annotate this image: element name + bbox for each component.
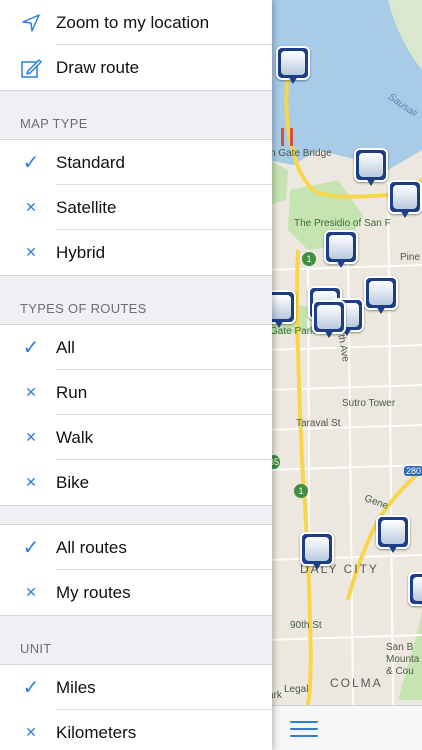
option-label: Satellite xyxy=(56,197,117,217)
cross-icon: ✕ xyxy=(25,584,37,600)
map-label-90th-st: 90th St xyxy=(290,620,322,631)
checkmark-icon: ✓ xyxy=(22,677,40,699)
map-label-taraval: Taraval St xyxy=(296,418,341,429)
map-label-pine: Pine xyxy=(400,252,421,263)
map-label-gate-bridge: n Gate Bridge xyxy=(270,148,332,159)
side-menu: Zoom to my location Draw route MAP TYPE … xyxy=(0,0,272,750)
map-label-sutro-tower: Sutro Tower xyxy=(342,398,396,409)
cross-icon: ✕ xyxy=(25,384,37,400)
cross-icon: ✕ xyxy=(25,199,37,215)
map-type-satellite-option[interactable]: ✕ Satellite xyxy=(0,185,272,230)
draw-route-label: Draw route xyxy=(56,57,140,77)
route-pin[interactable] xyxy=(268,290,296,330)
option-label: Standard xyxy=(56,152,125,172)
option-label: My routes xyxy=(56,582,131,602)
draw-route-item[interactable]: Draw route xyxy=(0,45,272,90)
cross-icon: ✕ xyxy=(25,244,37,260)
section-title: UNIT xyxy=(20,641,52,656)
option-label: Kilometers xyxy=(56,722,137,742)
route-type-run-option[interactable]: ✕ Run xyxy=(0,370,272,415)
zoom-to-location-label: Zoom to my location xyxy=(56,12,210,32)
checkmark-icon: ✓ xyxy=(22,152,40,174)
checkmark-icon: ✓ xyxy=(22,337,40,359)
highway-1-shield: 1 xyxy=(294,484,308,498)
unit-kilometers-option[interactable]: ✕ Kilometers xyxy=(0,710,272,750)
route-pin[interactable] xyxy=(364,276,398,316)
option-label: Hybrid xyxy=(56,242,106,262)
cross-icon: ✕ xyxy=(25,724,37,740)
section-title: MAP TYPE xyxy=(20,116,88,131)
section-header-unit: UNIT xyxy=(0,615,272,665)
route-type-walk-option[interactable]: ✕ Walk xyxy=(0,415,272,460)
map-type-hybrid-option[interactable]: ✕ Hybrid xyxy=(0,230,272,275)
option-label: Run xyxy=(56,382,88,402)
zoom-to-location-item[interactable]: Zoom to my location xyxy=(0,0,272,45)
all-routes-option[interactable]: ✓ All routes xyxy=(0,525,272,570)
section-spacer xyxy=(0,505,272,525)
map-label-san-bruno-mountain: San B Mounta & Cou xyxy=(386,642,420,677)
route-pin[interactable] xyxy=(300,532,334,572)
option-label: All xyxy=(56,337,75,357)
map-legal-link[interactable]: Legal xyxy=(284,684,308,695)
route-pin[interactable] xyxy=(354,148,388,188)
cross-icon: ✕ xyxy=(25,429,37,445)
route-pin[interactable] xyxy=(312,300,346,340)
option-label: Walk xyxy=(56,427,94,447)
map-view[interactable]: n Gate Bridge Sausali The Presidio of Sa… xyxy=(268,0,422,705)
route-pin[interactable] xyxy=(276,46,310,86)
route-type-all-option[interactable]: ✓ All xyxy=(0,325,272,370)
section-header-map-type: MAP TYPE xyxy=(0,90,272,140)
map-toolbar xyxy=(268,705,422,750)
section-header-route-types: TYPES OF ROUTES xyxy=(0,275,272,325)
map-label-presidio: The Presidio of San F xyxy=(294,218,391,229)
checkmark-icon: ✓ xyxy=(22,537,40,559)
option-label: Bike xyxy=(56,472,90,492)
option-label: Miles xyxy=(56,677,96,697)
unit-miles-option[interactable]: ✓ Miles xyxy=(0,665,272,710)
route-pin[interactable] xyxy=(324,230,358,270)
route-pin[interactable] xyxy=(388,180,422,220)
map-label-colma: COLMA xyxy=(330,676,383,690)
route-type-bike-option[interactable]: ✕ Bike xyxy=(0,460,272,505)
highway-280-shield: 280 xyxy=(404,466,422,476)
highway-1-shield: 1 xyxy=(302,252,316,266)
my-routes-option[interactable]: ✕ My routes xyxy=(0,570,272,615)
route-pin[interactable] xyxy=(408,572,422,612)
edit-pencil-icon xyxy=(21,59,42,78)
route-pin[interactable] xyxy=(376,515,410,555)
hamburger-menu-icon[interactable] xyxy=(290,721,318,737)
cross-icon: ✕ xyxy=(25,474,37,490)
option-label: All routes xyxy=(56,537,127,557)
map-type-standard-option[interactable]: ✓ Standard xyxy=(0,140,272,185)
location-arrow-icon xyxy=(22,14,40,32)
section-title: TYPES OF ROUTES xyxy=(20,301,147,316)
